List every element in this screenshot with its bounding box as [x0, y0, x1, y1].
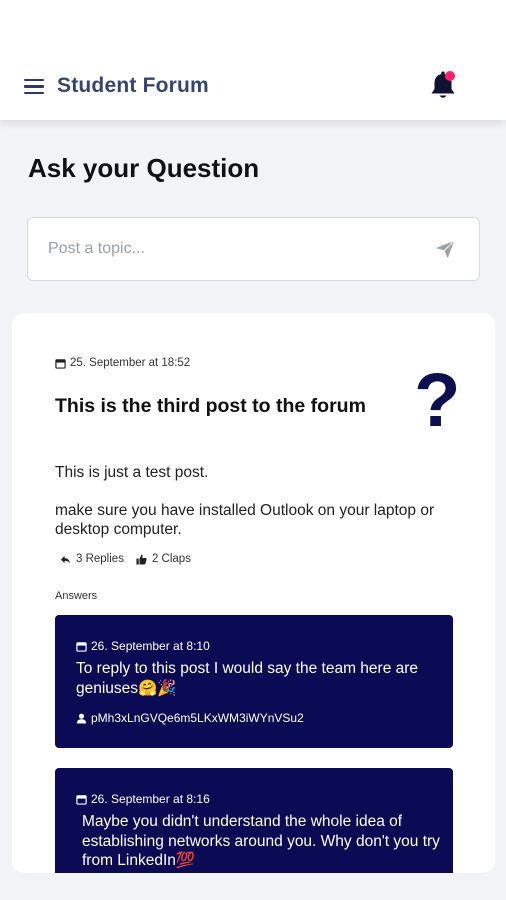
answer-text: To reply to this post I would say the te… [76, 660, 419, 697]
post-body-paragraph: make sure you have installed Outlook on … [55, 502, 435, 538]
replies-button[interactable]: 3 Replies [60, 553, 124, 565]
answer-date: 26. September at 8:10 [76, 639, 210, 653]
thumbs-up-icon [136, 554, 147, 565]
answer-text: Maybe you didn't understand the whole id… [82, 813, 440, 869]
send-icon[interactable] [434, 238, 456, 260]
calendar-icon [76, 794, 87, 805]
user-icon [76, 713, 87, 724]
post-title[interactable]: This is the third post to the forum [55, 395, 366, 418]
post-date: 25. September at 18:52 [55, 357, 190, 369]
answer-date-text: 26. September at 8:10 [91, 639, 210, 653]
app-title: Student Forum [57, 74, 209, 97]
app-header: Student Forum [0, 0, 506, 120]
answer-card[interactable]: 26. September at 8:10 To reply to this p… [55, 615, 453, 748]
post-topic-input[interactable] [48, 218, 418, 279]
answer-date-text: 26. September at 8:16 [91, 792, 210, 806]
claps-button[interactable]: 2 Claps [136, 553, 191, 565]
answer-user-id: pMh3xLnGVQe6m5LKxWM3iWYnVSu2 [91, 711, 304, 725]
reply-icon [60, 555, 71, 564]
claps-count: 2 Claps [151, 553, 191, 565]
forum-post-card: 25. September at 18:52 This is the third… [12, 313, 495, 873]
answers-label: Answers [55, 590, 98, 602]
answer-user: pMh3xLnGVQe6m5LKxWM3iWYnVSu2 [76, 711, 304, 725]
post-topic-box [27, 217, 480, 281]
post-body: This is just a test post. make sure you … [55, 463, 455, 558]
answer-date: 26. September at 8:16 [76, 792, 210, 806]
question-mark-icon: ? [414, 358, 461, 443]
answer-card[interactable]: 26. September at 8:16 Maybe you didn't u… [55, 768, 453, 873]
replies-count: 3 Replies [76, 553, 124, 565]
calendar-icon [55, 358, 66, 369]
post-body-paragraph: This is just a test post. [55, 464, 209, 481]
menu-icon[interactable] [24, 79, 44, 95]
post-actions: 3 Replies 2 Claps [60, 553, 191, 565]
page-heading: Ask your Question [28, 153, 260, 183]
calendar-icon [76, 641, 87, 652]
post-date-text: 25. September at 18:52 [70, 357, 191, 369]
notification-badge [445, 71, 455, 81]
